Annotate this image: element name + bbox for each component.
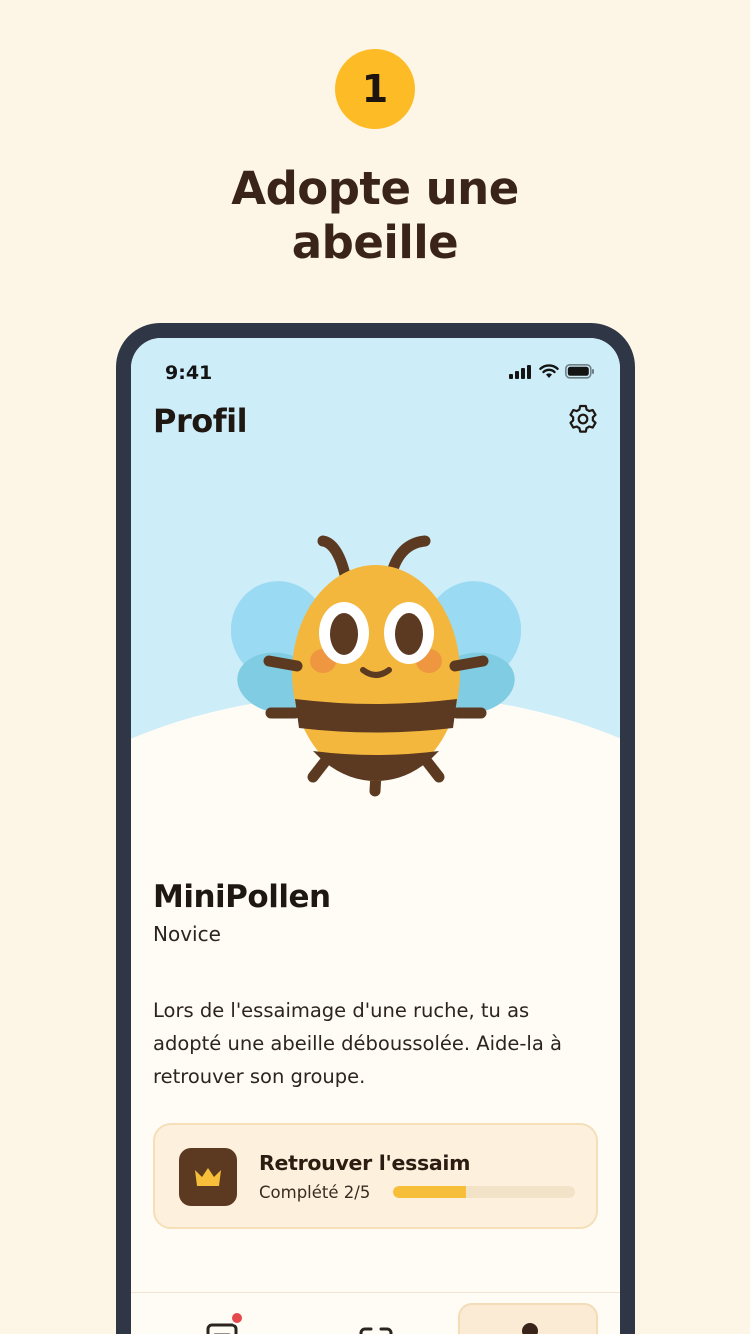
wifi-icon (539, 364, 559, 383)
quest-progress-fill (393, 1186, 466, 1198)
phone-screen: 9:41 Profil MiniPollen Novice Lors de l'… (131, 338, 620, 1334)
quest-title: Retrouver l'essaim (259, 1151, 471, 1175)
tab-bar (131, 1292, 620, 1334)
profile-story: Lors de l'essaimage d'une ruche, tu as a… (153, 999, 562, 1088)
notification-badge (230, 1311, 244, 1325)
tab-journal[interactable] (156, 1303, 296, 1334)
tab-scan[interactable] (305, 1303, 445, 1334)
step-number: 1 (361, 67, 389, 111)
profile-rank: Novice (153, 922, 221, 946)
battery-icon (565, 364, 595, 383)
step-number-badge: 1 (335, 49, 415, 129)
profile-name: MiniPollen (153, 879, 331, 915)
cellular-signal-icon (509, 364, 533, 383)
headline-line-1: Adopte une (231, 162, 519, 215)
bee-mascot (230, 533, 522, 803)
scan-icon (359, 1327, 393, 1334)
headline: Adopte une abeille (0, 162, 750, 270)
quest-progress-label: Complété 2/5 (259, 1183, 371, 1202)
tab-profile[interactable] (458, 1303, 598, 1334)
profile-icon (516, 1321, 544, 1334)
page-title: Profil (153, 402, 248, 440)
crown-icon (179, 1148, 237, 1206)
headline-line-2: abeille (291, 216, 459, 269)
status-icons (509, 364, 595, 383)
status-time: 9:41 (165, 362, 213, 384)
quest-progress-bar (393, 1186, 575, 1198)
status-bar: 9:41 (131, 338, 620, 398)
settings-button[interactable] (566, 404, 600, 438)
quest-card[interactable]: Retrouver l'essaim Complété 2/5 (153, 1123, 598, 1229)
gear-icon (567, 403, 599, 439)
